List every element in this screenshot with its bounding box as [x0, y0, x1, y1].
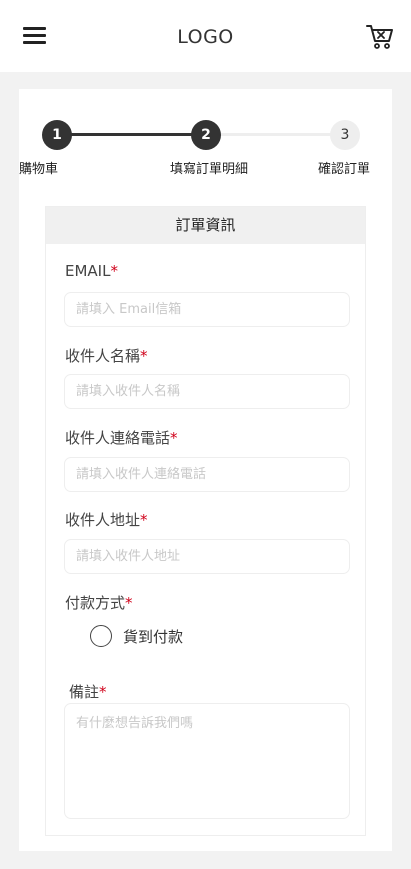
checkout-card: 1 2 3 購物車 填寫訂單明細 確認訂單 訂單資訊 EMAIL* 收件人名稱*…: [19, 89, 392, 851]
required-mark: *: [125, 594, 133, 612]
recipient-phone-field[interactable]: [64, 457, 350, 492]
recipient-address-field[interactable]: [64, 539, 350, 574]
recipient-phone-label: 收件人連絡電話*: [65, 427, 178, 448]
payment-method-label: 付款方式*: [65, 592, 133, 613]
payment-cod-radio[interactable]: [90, 625, 112, 647]
email-label: EMAIL*: [65, 262, 118, 280]
payment-method-label-text: 付款方式: [65, 594, 126, 612]
recipient-name-field[interactable]: [64, 374, 350, 409]
recipient-name-label: 收件人名稱*: [65, 345, 148, 366]
email-label-text: EMAIL: [65, 262, 111, 280]
step-2-circle: 2: [191, 120, 221, 150]
logo[interactable]: LOGO: [0, 26, 411, 48]
checkout-stepper: 1 2 3 購物車 填寫訂單明細 確認訂單: [19, 89, 392, 189]
required-mark: *: [99, 683, 107, 701]
payment-cod-label[interactable]: 貨到付款: [123, 626, 183, 647]
step-3-label: 確認訂單: [318, 162, 371, 177]
payment-cod-option[interactable]: 貨到付款: [90, 624, 183, 648]
required-mark: *: [170, 429, 178, 447]
recipient-phone-label-text: 收件人連絡電話: [65, 429, 171, 447]
note-label-text: 備註: [69, 683, 100, 701]
step-2-label: 填寫訂單明細: [170, 162, 249, 177]
note-label: 備註*: [69, 681, 107, 702]
note-textarea[interactable]: [64, 703, 350, 819]
required-mark: *: [140, 511, 148, 529]
recipient-name-label-text: 收件人名稱: [65, 347, 141, 365]
email-field[interactable]: [64, 292, 350, 327]
form-header: 訂單資訊: [46, 207, 365, 244]
recipient-address-label: 收件人地址*: [65, 509, 148, 530]
step-1-circle: 1: [42, 120, 72, 150]
required-mark: *: [110, 262, 118, 280]
required-mark: *: [140, 347, 148, 365]
order-info-form: 訂單資訊 EMAIL* 收件人名稱* 收件人連絡電話* 收件人地址* 付款方式*…: [45, 206, 366, 836]
recipient-address-label-text: 收件人地址: [65, 511, 141, 529]
top-navbar: LOGO: [0, 0, 411, 72]
step-1-label: 購物車: [19, 162, 59, 177]
step-connector-pending: [207, 133, 347, 136]
cart-icon[interactable]: [366, 24, 394, 50]
step-connector-completed: [57, 133, 207, 136]
step-3-circle: 3: [330, 120, 360, 150]
